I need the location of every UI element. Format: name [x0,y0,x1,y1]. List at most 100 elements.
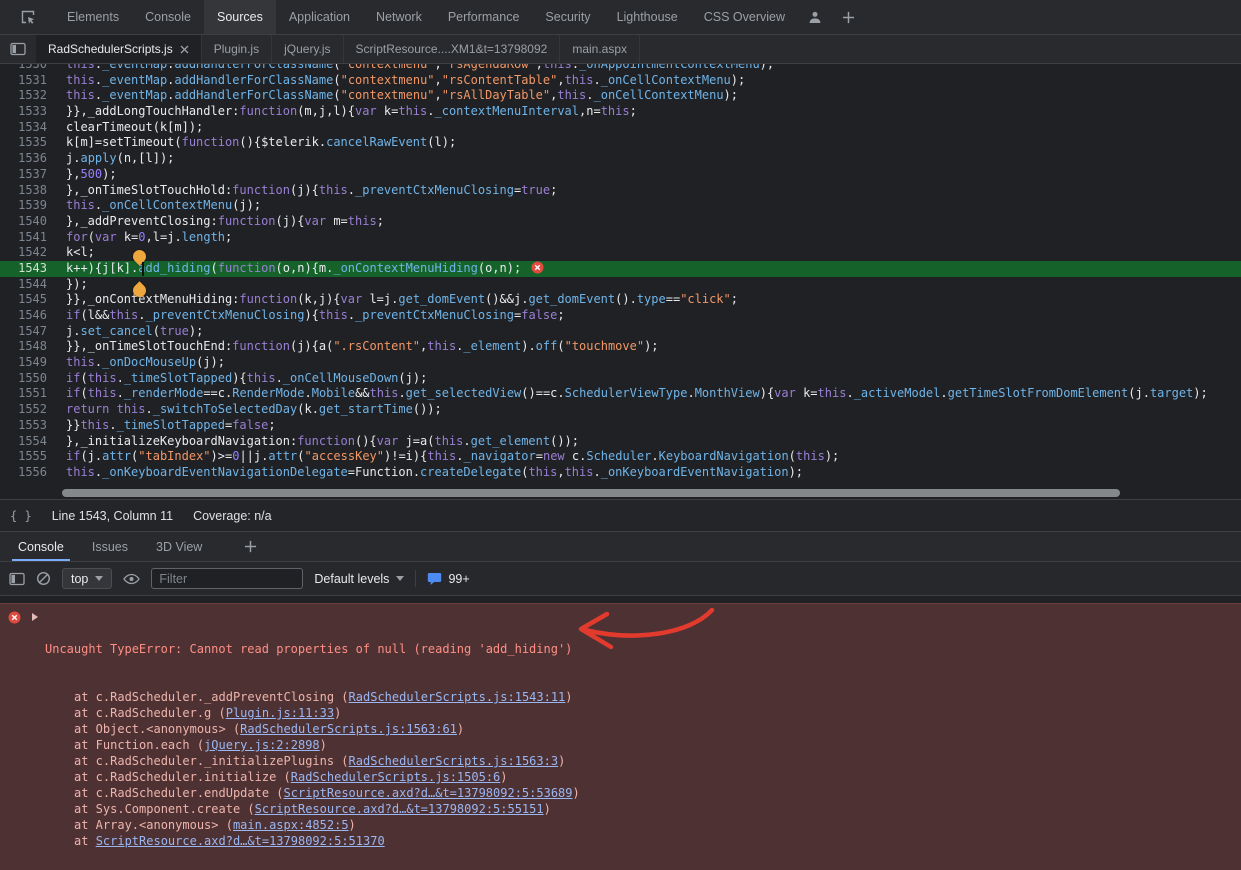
panel-tab-performance[interactable]: Performance [435,0,533,34]
code-text[interactable]: },_addPreventClosing:function(j){var m=t… [60,214,384,230]
line-number[interactable]: 1545 [0,292,60,308]
code-line[interactable]: 1554},_initializeKeyboardNavigation:func… [0,434,1241,450]
code-text[interactable]: if(this._timeSlotTapped){this._onCellMou… [60,371,427,387]
code-text[interactable]: this._onKeyboardEventNavigationDelegate=… [60,465,803,481]
line-number[interactable]: 1556 [0,465,60,481]
line-number[interactable]: 1536 [0,151,60,167]
code-text[interactable]: k++){j[k].add_hiding(function(o,n){m._on… [60,261,544,277]
code-text[interactable]: k<l; [60,245,95,261]
code-text[interactable]: },500); [60,167,117,183]
code-line[interactable]: 1544}); [0,277,1241,293]
code-line[interactable]: 1532this._eventMap.addHandlerForClassNam… [0,88,1241,104]
code-line[interactable]: 1531this._eventMap.addHandlerForClassNam… [0,73,1241,89]
drawer-tab-3d-view[interactable]: 3D View [142,532,216,561]
drawer-more-tools-plus-icon[interactable] [230,532,271,561]
console-sidebar-toggle-icon[interactable] [9,572,25,586]
code-text[interactable]: }},_onTimeSlotTouchEnd:function(j){a(".r… [60,339,659,355]
expand-stack-icon[interactable] [32,613,38,621]
close-tab-icon[interactable] [180,45,189,54]
drawer-tab-console[interactable]: Console [4,532,78,561]
pretty-print-icon[interactable]: { } [10,509,32,523]
issues-counter[interactable]: 99+ [427,572,469,586]
code-line[interactable]: 1548}},_onTimeSlotTouchEnd:function(j){a… [0,339,1241,355]
code-line[interactable]: 1545}},_onContextMenuHiding:function(k,j… [0,292,1241,308]
file-tab-plugin-js[interactable]: Plugin.js [202,35,272,63]
line-number[interactable]: 1542 [0,245,60,261]
code-line[interactable]: 1537},500); [0,167,1241,183]
line-number[interactable]: 1539 [0,198,60,214]
panel-tab-console[interactable]: Console [132,0,204,34]
code-line[interactable]: 1540},_addPreventClosing:function(j){var… [0,214,1241,230]
code-line[interactable]: 1538},_onTimeSlotTouchHold:function(j){t… [0,183,1241,199]
stack-link[interactable]: jQuery.js:2:2898 [204,738,320,752]
navigator-toggle-icon[interactable] [0,35,36,63]
code-text[interactable]: k[m]=setTimeout(function(){$telerik.canc… [60,135,456,151]
code-text[interactable]: }},_onContextMenuHiding:function(k,j){va… [60,292,738,308]
line-number[interactable]: 1540 [0,214,60,230]
stack-link[interactable]: main.aspx:4852:5 [233,818,349,832]
file-tab-scriptresource-xm1-t-13798092[interactable]: ScriptResource....XM1&t=13798092 [344,35,561,63]
line-number[interactable]: 1552 [0,402,60,418]
inspect-element-icon[interactable] [10,0,46,34]
line-number[interactable]: 1547 [0,324,60,340]
line-number[interactable]: 1553 [0,418,60,434]
code-text[interactable]: }},_addLongTouchHandler:function(m,j,l){… [60,104,637,120]
line-number[interactable]: 1543 [0,261,60,277]
panel-tab-network[interactable]: Network [363,0,435,34]
stack-link[interactable]: RadSchedulerScripts.js:1563:3 [349,754,559,768]
code-text[interactable]: }}this._timeSlotTapped=false; [60,418,276,434]
log-levels-dropdown[interactable]: Default levels [314,572,404,586]
line-number[interactable]: 1555 [0,449,60,465]
code-text[interactable]: j.set_cancel(true); [60,324,203,340]
live-expression-eye-icon[interactable] [123,573,140,585]
code-line[interactable]: 1546if(l&&this._preventCtxMenuClosing){t… [0,308,1241,324]
line-number[interactable]: 1537 [0,167,60,183]
code-text[interactable]: this._eventMap.addHandlerForClassName("c… [60,73,745,89]
code-line[interactable]: 1550if(this._timeSlotTapped){this._onCel… [0,371,1241,387]
line-number[interactable]: 1551 [0,386,60,402]
panel-tab-lighthouse[interactable]: Lighthouse [604,0,691,34]
code-line[interactable]: 1539this._onCellContextMenu(j); [0,198,1241,214]
clear-console-icon[interactable] [36,571,51,586]
code-editor[interactable]: 1530this._eventMap.addHandlerForClassNam… [0,64,1241,487]
code-line[interactable]: 1530this._eventMap.addHandlerForClassNam… [0,64,1241,73]
code-line[interactable]: 1535k[m]=setTimeout(function(){$telerik.… [0,135,1241,151]
code-text[interactable]: clearTimeout(k[m]); [60,120,203,136]
horizontal-scrollbar[interactable] [0,487,1241,499]
line-number[interactable]: 1546 [0,308,60,324]
code-text[interactable]: if(this._renderMode==c.RenderMode.Mobile… [60,386,1208,402]
code-text[interactable]: }); [60,277,88,293]
scrollbar-thumb[interactable] [62,489,1120,497]
file-tab-radschedulerscripts-js[interactable]: RadSchedulerScripts.js [36,35,202,63]
panel-tab-elements[interactable]: Elements [54,0,132,34]
stack-link[interactable]: RadSchedulerScripts.js:1505:6 [291,770,501,784]
panel-tab-css-overview[interactable]: CSS Overview [691,0,798,34]
code-text[interactable]: },_onTimeSlotTouchHold:function(j){this.… [60,183,557,199]
code-line[interactable]: 1551if(this._renderMode==c.RenderMode.Mo… [0,386,1241,402]
code-line[interactable]: 1552return this._switchToSelectedDay(k.g… [0,402,1241,418]
person-icon[interactable] [798,0,832,34]
code-line[interactable]: 1541for(var k=0,l=j.length; [0,230,1241,246]
stack-link[interactable]: ScriptResource.axd?d…&t=13798092:5:51370 [96,834,385,848]
line-number[interactable]: 1541 [0,230,60,246]
stack-link[interactable]: RadSchedulerScripts.js:1543:11 [349,690,566,704]
panel-tab-security[interactable]: Security [532,0,603,34]
stack-link[interactable]: RadSchedulerScripts.js:1563:61 [240,722,457,736]
code-text[interactable]: if(l&&this._preventCtxMenuClosing){this.… [60,308,565,324]
code-text[interactable]: this._eventMap.addHandlerForClassName("c… [60,64,774,73]
code-text[interactable]: for(var k=0,l=j.length; [60,230,232,246]
line-number[interactable]: 1544 [0,277,60,293]
code-line[interactable]: 1547j.set_cancel(true); [0,324,1241,340]
panel-tab-application[interactable]: Application [276,0,363,34]
line-number[interactable]: 1548 [0,339,60,355]
code-text[interactable]: },_initializeKeyboardNavigation:function… [60,434,579,450]
file-tab-main-aspx[interactable]: main.aspx [560,35,640,63]
code-text[interactable]: j.apply(n,[l]); [60,151,174,167]
line-number[interactable]: 1532 [0,88,60,104]
line-number[interactable]: 1534 [0,120,60,136]
line-number[interactable]: 1533 [0,104,60,120]
line-number[interactable]: 1549 [0,355,60,371]
code-text[interactable]: return this._switchToSelectedDay(k.get_s… [60,402,442,418]
file-tab-jquery-js[interactable]: jQuery.js [272,35,343,63]
line-number[interactable]: 1535 [0,135,60,151]
